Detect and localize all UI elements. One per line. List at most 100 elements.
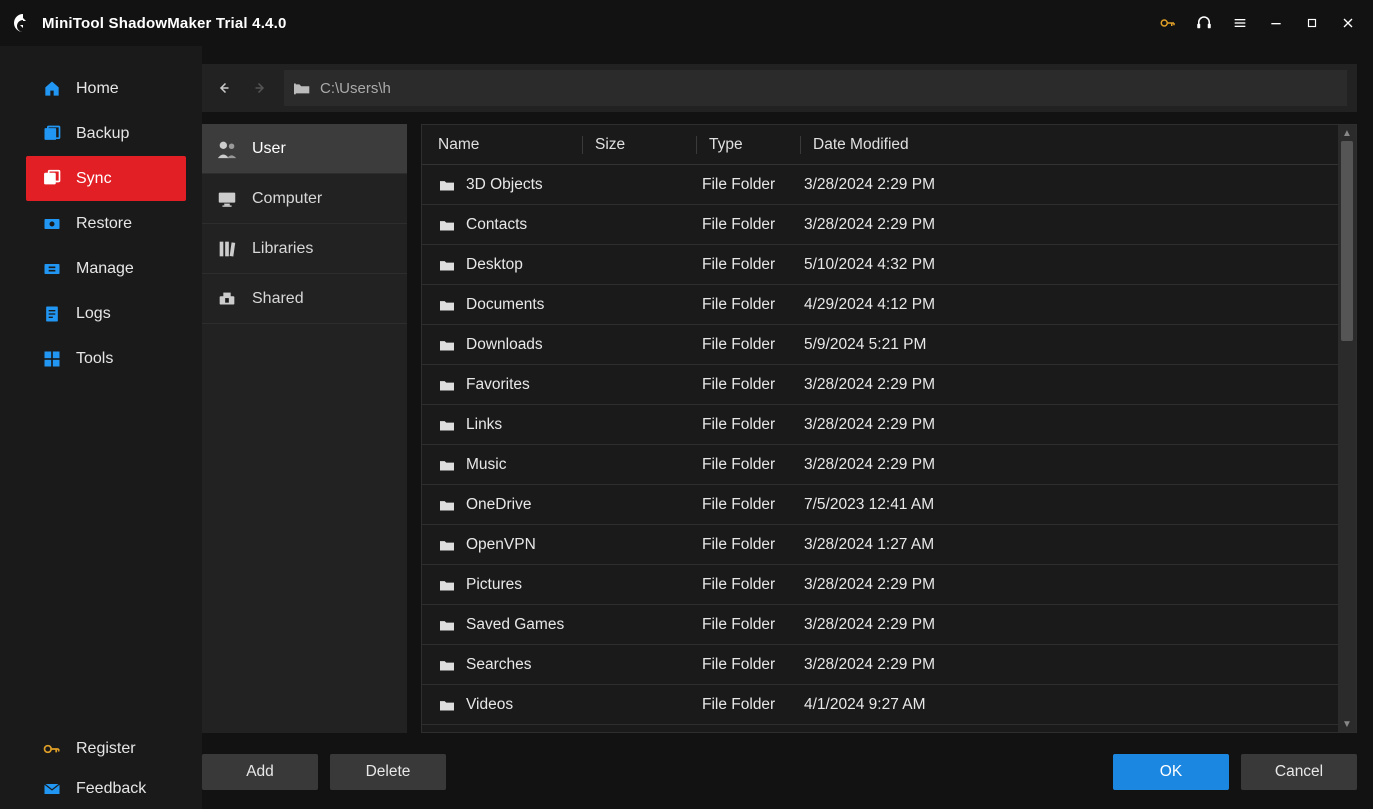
sidebar-item-label: Tools: [76, 350, 113, 368]
file-name: Documents: [466, 296, 544, 314]
location-list: User ComputerLibrariesShared: [202, 124, 407, 733]
col-header-type[interactable]: Type: [696, 136, 800, 154]
add-button[interactable]: Add: [202, 754, 318, 790]
location-item-libraries[interactable]: Libraries: [202, 224, 407, 274]
app-logo-icon: [12, 12, 34, 34]
restore-icon: [42, 214, 62, 234]
nav-forward-button[interactable]: [242, 70, 278, 106]
cancel-button[interactable]: Cancel: [1241, 754, 1357, 790]
file-date: 3/28/2024 2:29 PM: [800, 576, 1338, 594]
scroll-down-icon[interactable]: ▼: [1338, 716, 1356, 732]
user-icon: [216, 140, 238, 158]
sidebar-item-restore[interactable]: Restore: [26, 201, 186, 246]
scroll-up-icon[interactable]: ▲: [1338, 125, 1356, 141]
sidebar-item-home[interactable]: Home: [26, 66, 186, 111]
sidebar-item-manage[interactable]: Manage: [26, 246, 186, 291]
file-name: Saved Games: [466, 616, 564, 634]
path-input[interactable]: C:\Users\h: [284, 70, 1347, 106]
sidebar-item-label: Logs: [76, 305, 111, 323]
file-date: 3/28/2024 2:29 PM: [800, 616, 1338, 634]
file-type: File Folder: [700, 576, 800, 594]
file-date: 4/1/2024 9:27 AM: [800, 696, 1338, 714]
vertical-scrollbar[interactable]: ▲ ▼: [1338, 125, 1356, 732]
folder-icon: [438, 498, 456, 512]
tools-icon: [42, 349, 62, 369]
file-name: 3D Objects: [466, 176, 543, 194]
dialog-buttons: Add Delete OK Cancel: [202, 733, 1357, 791]
folder-icon: [438, 258, 456, 272]
file-type: File Folder: [700, 376, 800, 394]
table-row[interactable]: DownloadsFile Folder5/9/2024 5:21 PM: [422, 325, 1338, 365]
table-row[interactable]: MusicFile Folder3/28/2024 2:29 PM: [422, 445, 1338, 485]
table-row[interactable]: 3D Objects File Folder3/28/2024 2:29 PM: [422, 165, 1338, 205]
window-close-button[interactable]: [1333, 8, 1363, 38]
location-item-computer[interactable]: Computer: [202, 174, 407, 224]
sidebar-item-logs[interactable]: Logs: [26, 291, 186, 336]
file-date: 3/28/2024 2:29 PM: [800, 176, 1338, 194]
table-row[interactable]: PicturesFile Folder3/28/2024 2:29 PM: [422, 565, 1338, 605]
file-type: File Folder: [700, 176, 800, 194]
logs-icon: [42, 304, 62, 324]
file-name: OneDrive: [466, 496, 531, 514]
location-item-user[interactable]: User: [202, 124, 407, 174]
window-maximize-button[interactable]: [1297, 8, 1327, 38]
file-type: File Folder: [700, 616, 800, 634]
table-row[interactable]: DocumentsFile Folder4/29/2024 4:12 PM: [422, 285, 1338, 325]
computer-icon: [216, 190, 238, 208]
file-date: 3/28/2024 1:27 AM: [800, 536, 1338, 554]
ok-button[interactable]: OK: [1113, 754, 1229, 790]
table-row[interactable]: ContactsFile Folder3/28/2024 2:29 PM: [422, 205, 1338, 245]
home-icon: [42, 79, 62, 99]
file-name: OpenVPN: [466, 536, 536, 554]
file-type: File Folder: [700, 536, 800, 554]
sidebar: HomeBackupSyncRestoreManage Logs Tools Reg…: [0, 46, 202, 809]
file-name: Links: [466, 416, 502, 434]
sync-icon: [42, 169, 62, 189]
file-type: File Folder: [700, 696, 800, 714]
sidebar-item-label: Feedback: [76, 780, 146, 798]
backup-icon: [42, 124, 62, 144]
main-panel: C:\Users\h User ComputerLibrariesShared N…: [202, 46, 1373, 809]
sidebar-item-sync[interactable]: Sync: [26, 156, 186, 201]
table-row[interactable]: OpenVPN File Folder3/28/2024 1:27 AM: [422, 525, 1338, 565]
col-header-date[interactable]: Date Modified: [800, 136, 948, 154]
file-type: File Folder: [700, 456, 800, 474]
file-date: 7/5/2023 12:41 AM: [800, 496, 1338, 514]
file-type: File Folder: [700, 656, 800, 674]
table-row[interactable]: Videos File Folder4/1/2024 9:27 AM: [422, 685, 1338, 725]
folder-icon: [438, 338, 456, 352]
table-row[interactable]: FavoritesFile Folder3/28/2024 2:29 PM: [422, 365, 1338, 405]
app-title: MiniTool ShadowMaker Trial 4.4.0: [42, 15, 287, 32]
file-name: Favorites: [466, 376, 530, 394]
sidebar-item-backup[interactable]: Backup: [26, 111, 186, 156]
table-row[interactable]: SearchesFile Folder3/28/2024 2:29 PM: [422, 645, 1338, 685]
col-header-name[interactable]: Name: [422, 136, 582, 154]
manage-icon: [42, 259, 62, 279]
scroll-thumb[interactable]: [1341, 141, 1353, 341]
table-row[interactable]: OneDriveFile Folder7/5/2023 12:41 AM: [422, 485, 1338, 525]
window-minimize-button[interactable]: [1261, 8, 1291, 38]
file-date: 5/10/2024 4:32 PM: [800, 256, 1338, 274]
sidebar-item-register[interactable]: Register: [26, 729, 186, 769]
table-row[interactable]: LinksFile Folder3/28/2024 2:29 PM: [422, 405, 1338, 445]
titlebar-support-icon[interactable]: [1189, 8, 1219, 38]
location-item-label: User: [252, 140, 286, 158]
sidebar-item-tools[interactable]: Tools: [26, 336, 186, 381]
file-type: File Folder: [700, 296, 800, 314]
table-row[interactable]: Saved Games File Folder3/28/2024 2:29 PM: [422, 605, 1338, 645]
titlebar-key-icon[interactable]: [1153, 8, 1183, 38]
nav-back-button[interactable]: [206, 70, 242, 106]
folder-icon: [438, 538, 456, 552]
delete-button[interactable]: Delete: [330, 754, 446, 790]
shared-icon: [216, 290, 238, 308]
sidebar-item-feedback[interactable]: Feedback: [26, 769, 186, 809]
col-header-size[interactable]: Size: [582, 136, 696, 154]
path-toolbar: C:\Users\h: [202, 64, 1357, 112]
titlebar-menu-icon[interactable]: [1225, 8, 1255, 38]
file-name: Downloads: [466, 336, 543, 354]
file-date: 3/28/2024 2:29 PM: [800, 456, 1338, 474]
folder-icon: [438, 418, 456, 432]
location-item-shared[interactable]: Shared: [202, 274, 407, 324]
table-row[interactable]: DesktopFile Folder5/10/2024 4:32 PM: [422, 245, 1338, 285]
file-name: Videos: [466, 696, 513, 714]
